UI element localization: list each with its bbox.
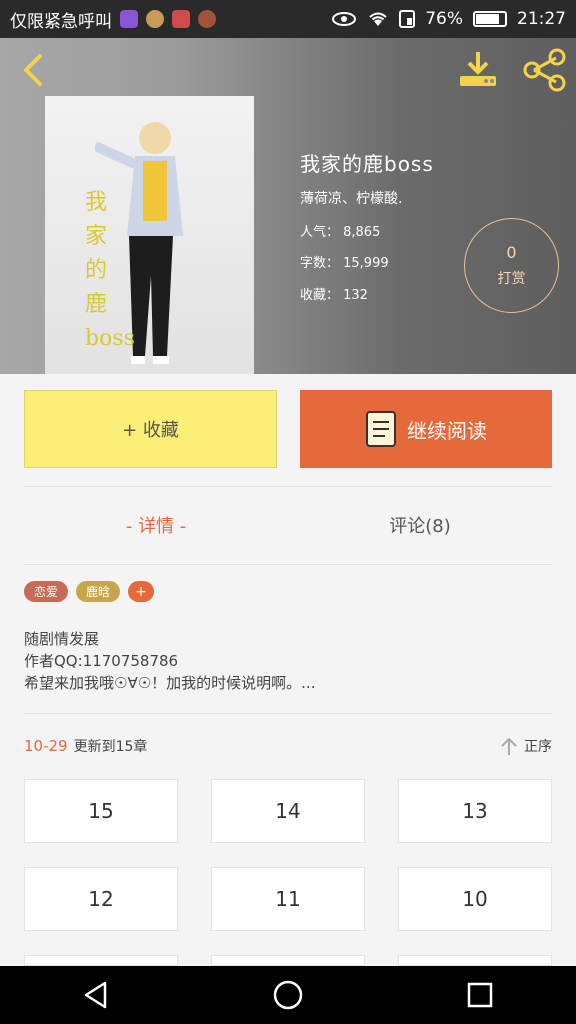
description-line: 随剧情发展 — [24, 630, 100, 648]
share-button[interactable] — [520, 48, 568, 92]
tip-label: 打赏 — [497, 271, 526, 287]
download-icon — [460, 52, 496, 86]
status-bar: 仅限紧急呼叫 76% 21:27 — [0, 0, 576, 38]
chapter-button[interactable]: 13 — [398, 779, 552, 843]
download-button[interactable] — [456, 48, 500, 92]
app-notification-icon — [146, 10, 164, 28]
tab-detail-label: - 详情 - — [125, 516, 187, 537]
app-notification-icon — [120, 10, 138, 28]
sort-toggle[interactable]: 正序 — [500, 736, 552, 756]
update-info: 10-29 更新到15章 正序 — [24, 733, 552, 759]
chapter-button-partial[interactable] — [398, 955, 552, 966]
clock: 21:27 — [517, 9, 566, 29]
tab-comments[interactable]: 评论(8) — [288, 500, 552, 550]
sort-label: 正序 — [524, 739, 552, 755]
book-header: 我家的鹿boss 我家的鹿boss 薄荷凉、柠檬酸. 人气： 8,865 字数：… — [0, 38, 576, 374]
chapter-button[interactable]: 11 — [211, 867, 365, 931]
nav-back-button[interactable] — [64, 971, 128, 1019]
arrow-up-icon — [501, 737, 517, 755]
sim-icon — [399, 10, 416, 28]
carrier-label: 仅限紧急呼叫 — [10, 11, 112, 32]
chapter-button[interactable]: 12 — [24, 867, 178, 931]
add-favorite-button[interactable]: + 收藏 — [24, 390, 277, 468]
tag-love[interactable]: 恋爱 — [24, 581, 69, 602]
system-nav-bar — [0, 966, 576, 1024]
tab-detail[interactable]: - 详情 - — [24, 500, 288, 550]
divider — [24, 486, 552, 487]
update-date: 10-29 — [24, 737, 68, 755]
nav-recents-button[interactable] — [448, 971, 512, 1019]
tip-button[interactable]: 0 打赏 — [464, 218, 559, 313]
description-line: 作者QQ:1170758786 — [24, 652, 179, 670]
continue-reading-button[interactable]: 继续阅读 — [300, 390, 552, 468]
book-title: 我家的鹿boss — [300, 152, 434, 176]
battery-percent: 76% — [425, 9, 463, 29]
battery-icon — [473, 11, 507, 27]
nav-home-button[interactable] — [256, 971, 320, 1019]
divider — [24, 713, 552, 714]
tag-list: 恋爱 鹿晗 + — [24, 581, 155, 602]
chapter-button[interactable]: 15 — [24, 779, 178, 843]
update-text: 更新到15章 — [73, 739, 148, 755]
divider — [24, 564, 552, 565]
back-arrow-icon — [24, 54, 42, 86]
wifi-icon — [369, 12, 387, 26]
chapter-button-partial[interactable] — [211, 955, 365, 966]
triangle-back-icon — [84, 981, 107, 1009]
tip-count: 0 — [506, 243, 517, 262]
back-button[interactable] — [14, 48, 54, 92]
word-count-stat: 字数： 15,999 — [300, 256, 389, 271]
chapter-button[interactable]: 10 — [398, 867, 552, 931]
app-notification-icon — [198, 10, 216, 28]
share-icon — [523, 48, 566, 92]
cover-title-art: 我家的鹿boss — [85, 190, 135, 351]
chapter-button-partial[interactable] — [24, 955, 178, 966]
eye-icon — [332, 12, 357, 26]
popularity-stat: 人气： 8,865 — [300, 225, 381, 240]
book-icon — [366, 411, 396, 447]
description-line: 希望来加我哦☉∀☉！加我的时候说明啊。... — [24, 674, 316, 692]
tab-comments-label: 评论(8) — [389, 516, 451, 537]
add-favorite-label: + 收藏 — [122, 420, 179, 441]
book-cover[interactable]: 我家的鹿boss — [45, 96, 254, 374]
continue-reading-label: 继续阅读 — [407, 418, 487, 443]
chapter-button[interactable]: 14 — [211, 779, 365, 843]
book-author: 薄荷凉、柠檬酸. — [300, 191, 403, 207]
app-notification-icon — [172, 10, 190, 28]
square-recents-icon — [467, 982, 493, 1008]
circle-home-icon — [273, 980, 303, 1010]
add-tag-button[interactable]: + — [128, 581, 155, 602]
favorites-stat: 收藏： 132 — [300, 288, 368, 303]
book-description[interactable]: 随剧情发展 作者QQ:1170758786 希望来加我哦☉∀☉！加我的时候说明啊… — [24, 628, 552, 694]
tag-luhan[interactable]: 鹿晗 — [76, 581, 121, 602]
